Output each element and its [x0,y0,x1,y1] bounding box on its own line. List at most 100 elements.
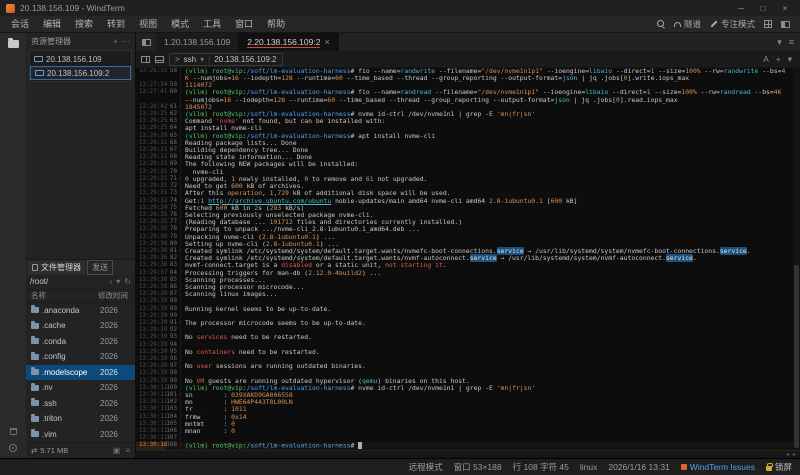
line-timestamp: 13:30:11 [136,421,166,428]
current-path[interactable]: /root/ [30,277,48,286]
line-number: 86 [166,284,181,291]
back-icon[interactable]: ‹ [110,277,113,286]
refresh-icon[interactable]: ↻ [124,277,131,286]
line-timestamp: 13:29:35 [136,212,166,219]
line-text: Processing triggers for man-db (2.12.0-4… [185,270,793,277]
column-name[interactable]: 名称 [31,290,98,301]
shell-chevron-icon: ▾ [200,55,204,64]
terminal-body[interactable]: 13:26:3358(vllm) root@vip:/soft/lm-evalu… [136,68,800,450]
menu-bar: 会话编辑搜索转到视图模式工具窗口帮助 隧道 专注模式 [0,16,800,33]
line-text: Running kernel seems to be up-to-date. [185,306,793,313]
tunnel-button[interactable]: 隧道 [674,18,701,30]
file-panel-tab[interactable]: 文件管理器 [28,261,85,274]
minimize-button[interactable]: ─ [730,4,752,13]
font-size-icon[interactable]: A [763,54,769,64]
tab-menu-icon[interactable]: ≡ [789,37,794,48]
line-number: 72 [166,183,181,190]
menu-item[interactable]: 窗口 [228,16,260,32]
file-row[interactable]: .anaconda2026 [26,303,135,319]
line-timestamp: 13:29:39 [136,363,166,370]
menu-item[interactable]: 视图 [132,16,164,32]
file-row[interactable]: .config2026 [26,349,135,365]
session-label: 20.138.156.109:2 [47,69,109,78]
status-cursor-position[interactable]: 行 108 字符 45 [513,461,569,473]
menu-item[interactable]: 模式 [164,16,196,32]
tab-list-icon[interactable]: ▾ [777,37,782,48]
line-number: 78 [166,226,181,233]
terminal-scrollbar[interactable] [793,68,800,450]
shell-selector[interactable]: > ssh ▾ | 20.138.156.109:2 [169,53,283,66]
layout-grid-icon[interactable] [764,20,772,28]
toggle-panels-icon[interactable] [781,21,790,28]
line-number: 85 [166,277,181,284]
line-text: The processor microcode seems to be up-t… [185,320,793,327]
line-timestamp: 13:30:11 [136,392,166,399]
column-mtime[interactable]: 修改时间 [98,290,130,301]
line-text: frmw : 0x14 [185,414,793,421]
file-row[interactable]: .triton2026 [26,411,135,427]
filter-icon[interactable]: ≡ [125,446,130,455]
session-item[interactable]: 20.138.156.109 [30,52,131,66]
maximize-button[interactable]: □ [752,4,774,13]
line-timestamp: 13:29:35 [136,226,166,233]
file-columns: 名称 修改时间 [26,290,135,303]
line-number: 68 [166,154,181,161]
status-mode[interactable]: 远程模式 [409,461,443,473]
terminal-session-icon [34,56,43,62]
status-os[interactable]: linux [580,462,597,472]
scroll-left-icon[interactable]: ◂ [786,452,789,458]
line-number: 105 [166,421,181,428]
file-mtime: 2026 [100,368,130,377]
line-number: 63 [166,118,181,125]
delete-icon[interactable]: ▣ [113,446,121,455]
file-panel-tab[interactable]: 发送 [87,260,113,275]
terminal-line: 13:30:11106mnan : 0 [136,428,793,435]
focus-mode-button[interactable]: 专注模式 [710,18,755,30]
scroll-right-icon[interactable]: ▸ [793,452,796,458]
search-icon[interactable] [657,20,665,28]
menu-right: 隧道 专注模式 [657,18,796,30]
file-manager-icon [32,264,38,271]
more-icon[interactable]: ⋯ [122,37,130,46]
terminal-line: 13:29:3169The following NEW packages wil… [136,161,793,168]
menu-item[interactable]: 编辑 [36,16,68,32]
scrollbar-thumb[interactable] [794,265,799,448]
file-panel-tabs: 文件管理器发送 [26,259,135,275]
file-name: .modelscope [42,368,97,377]
file-row[interactable]: .nv2026 [26,380,135,396]
explorer-icon[interactable] [8,40,19,48]
split-horizontal-icon[interactable] [155,56,164,63]
toolbar-more-icon[interactable]: ▾ [788,54,792,65]
menu-item[interactable]: 工具 [196,16,228,32]
file-name: .config [42,352,97,361]
lock-screen-button[interactable]: 锁屏 [766,461,792,473]
line-timestamp: 13:28:42 [136,104,166,111]
file-row[interactable]: .cache2026 [26,318,135,334]
session-item[interactable]: 20.138.156.109:2 [30,66,131,80]
close-button[interactable]: × [774,4,796,13]
menu-item[interactable]: 帮助 [260,16,292,32]
file-row[interactable]: .ssh2026 [26,396,135,412]
add-pane-icon[interactable]: + [776,54,781,64]
gear-icon[interactable] [9,444,17,452]
terminal-tab[interactable]: 1.20.138.156.109 [156,33,239,51]
windterm-issues-link[interactable]: WindTerm Issues [681,462,755,472]
menu-item[interactable]: 搜索 [68,16,100,32]
file-row[interactable]: .vim2026 [26,427,135,443]
add-session-icon[interactable]: + [113,37,118,46]
session-tree-area[interactable] [26,86,135,259]
menu-item[interactable]: 会话 [4,16,36,32]
status-window-size[interactable]: 窗口 53×188 [454,461,502,473]
terminal-tab[interactable]: 2.20.138.156.109:2× [239,33,339,51]
file-row[interactable]: .modelscope2026 [26,365,135,381]
line-number: 62 [166,111,181,118]
trash-icon[interactable] [10,428,17,435]
folder-icon [31,385,39,391]
menu-item[interactable]: 转到 [100,16,132,32]
file-row[interactable]: .conda2026 [26,334,135,350]
sidebar-toggle-icon[interactable] [136,39,156,46]
chevron-down-icon[interactable]: ▾ [116,277,120,286]
split-vertical-icon[interactable] [141,56,150,63]
close-icon[interactable]: × [324,37,329,47]
shell-prompt-icon: > [175,55,180,64]
